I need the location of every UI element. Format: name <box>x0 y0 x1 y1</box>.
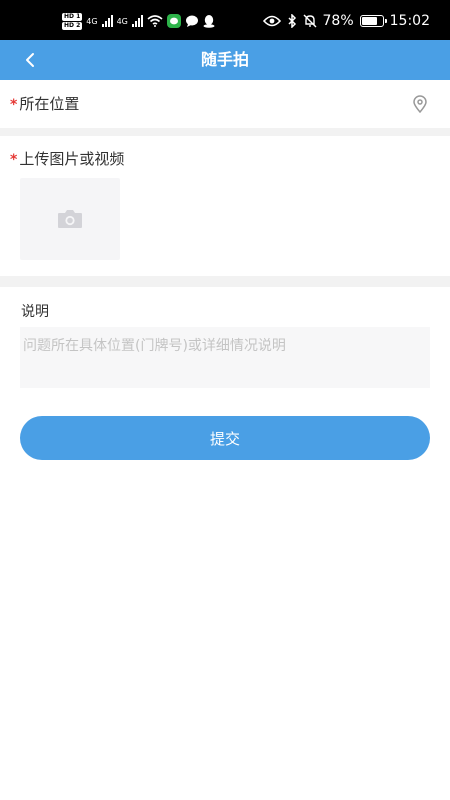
location-row[interactable]: * 所在位置 <box>0 80 450 128</box>
upload-section: * 上传图片或视频 <box>0 136 450 276</box>
description-input[interactable] <box>20 327 430 388</box>
section-divider <box>0 276 450 287</box>
map-pin-icon[interactable] <box>412 95 428 113</box>
upload-photo-button[interactable] <box>20 178 120 260</box>
description-label: 说明 <box>21 304 49 320</box>
signal-icon <box>101 15 113 27</box>
battery-percent: 78% <box>322 13 354 29</box>
chevron-left-icon <box>26 53 34 67</box>
bluetooth-icon <box>287 14 296 28</box>
mute-icon <box>303 14 317 28</box>
network-type-1: 4G <box>86 16 98 26</box>
required-mark: * <box>10 97 18 113</box>
nav-bar: 随手拍 <box>0 40 450 80</box>
upload-label: 上传图片或视频 <box>19 150 125 168</box>
section-divider <box>0 128 450 136</box>
status-bar: HD 1 HD 2 4G 4G 78% 15:02 <box>0 0 450 40</box>
status-right: 78% 15:02 <box>262 11 430 31</box>
back-button[interactable] <box>14 46 46 74</box>
camera-icon <box>58 210 82 228</box>
upload-label-group: * 上传图片或视频 <box>10 148 124 169</box>
hd-badges: HD 1 HD 2 <box>62 12 83 30</box>
clock: 15:02 <box>389 13 430 29</box>
wechat-icon <box>166 14 181 28</box>
hd1-badge: HD 1 <box>62 12 83 21</box>
page-title: 随手拍 <box>200 50 249 69</box>
qq-icon <box>203 15 215 28</box>
status-left: HD 1 HD 2 4G 4G <box>62 11 215 31</box>
message-icon <box>185 15 198 27</box>
wifi-icon <box>147 15 163 27</box>
description-section: 说明 <box>0 287 450 397</box>
battery-icon <box>359 15 387 27</box>
submit-button[interactable]: 提交 <box>20 416 430 460</box>
battery-fill <box>361 17 378 25</box>
location-label: 所在位置 <box>19 95 80 113</box>
location-label-group: * 所在位置 <box>10 93 79 114</box>
required-mark: * <box>10 152 18 168</box>
hd2-badge: HD 2 <box>62 21 83 30</box>
network-type-2: 4G <box>116 16 128 26</box>
signal-icon <box>131 15 143 27</box>
eye-icon <box>262 15 281 27</box>
